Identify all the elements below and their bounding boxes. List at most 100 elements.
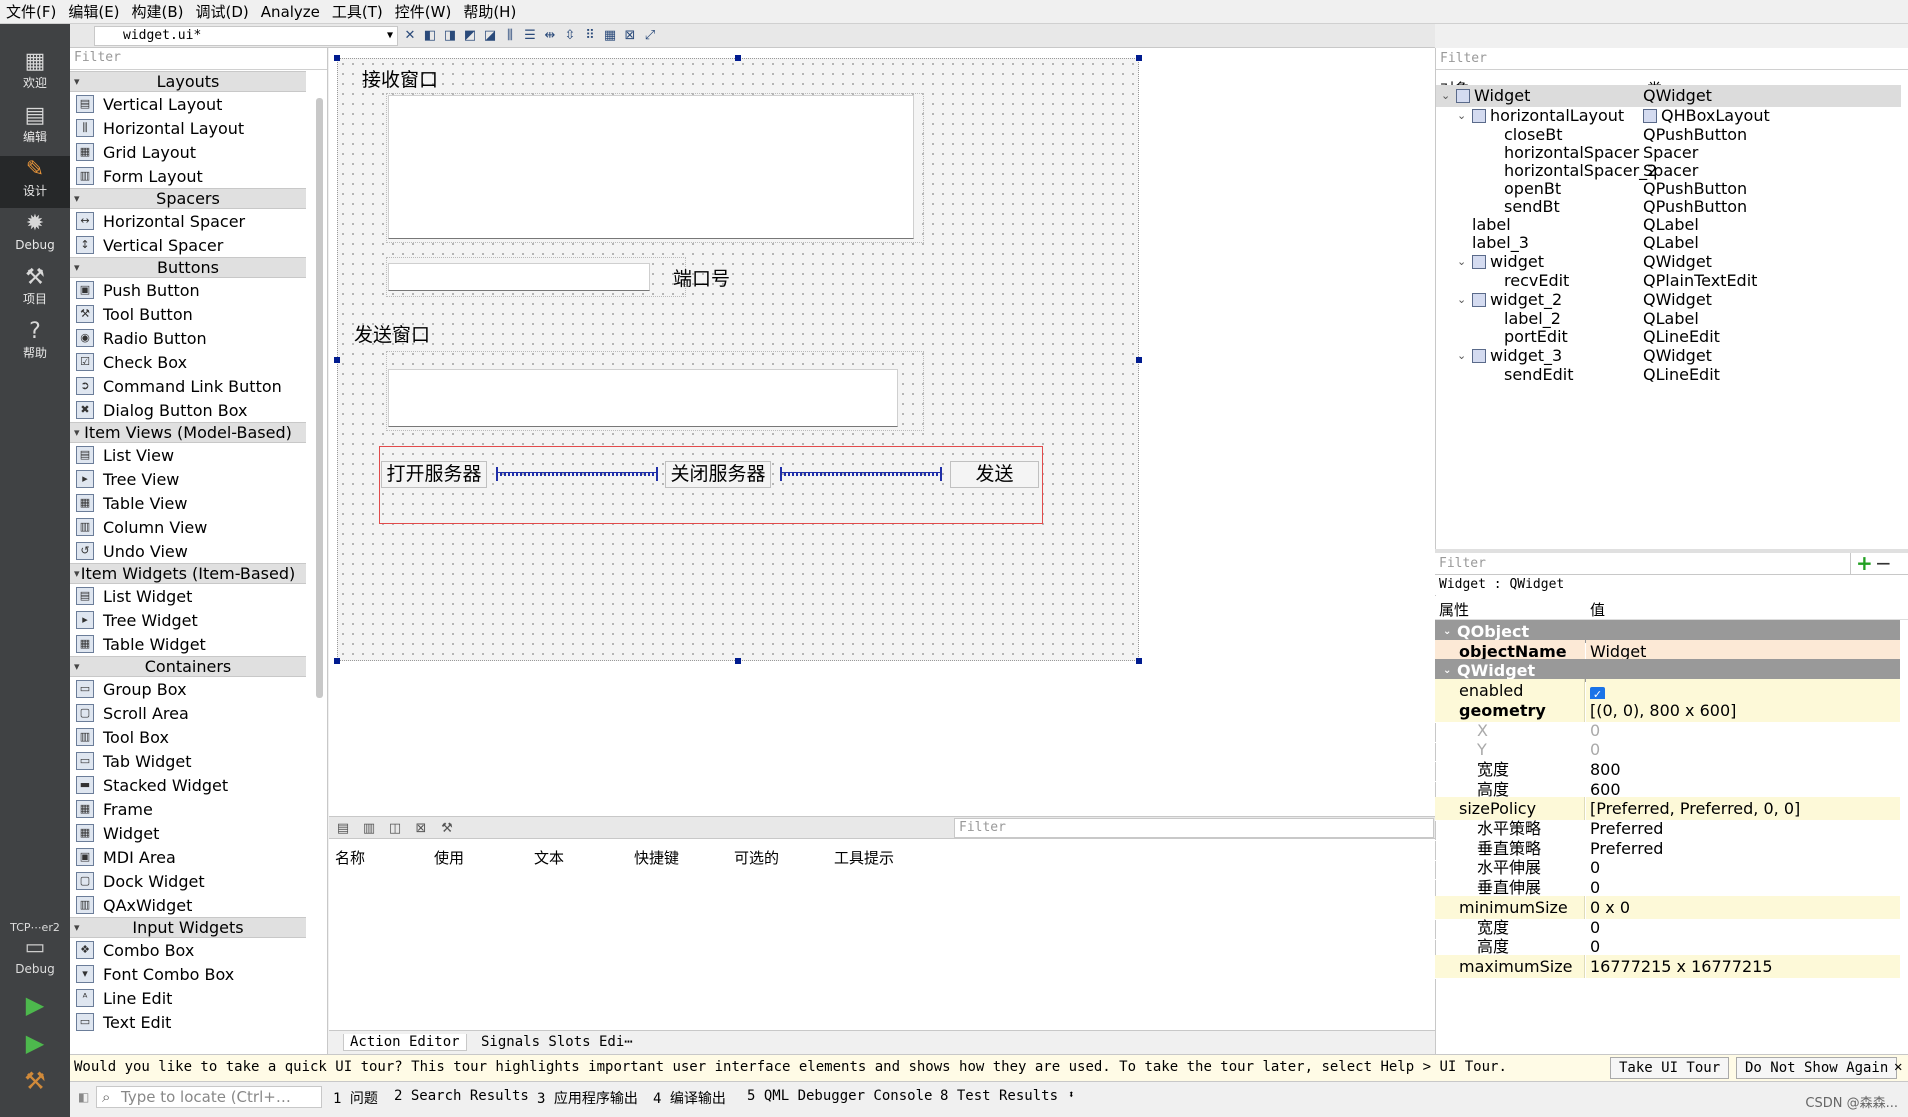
property-value[interactable]: 0 [1590,740,1600,759]
widget-item[interactable]: ▸ Tree View [70,467,306,491]
column-header-name[interactable]: 名称 [335,847,365,868]
mode-projects[interactable]: ⚒ 项目 [0,264,70,316]
widget-item[interactable]: ↔ Horizontal Spacer [70,209,306,233]
column-header-used[interactable]: 使用 [434,847,464,868]
mode-debug[interactable]: ✹ Debug [0,210,70,262]
mode-design[interactable]: ✎ 设计 [0,156,70,208]
category-header[interactable]: ▾ Spacers [70,188,306,209]
widget-item[interactable]: ▣ MDI Area [70,845,306,869]
widget-item[interactable]: ▥ Tool Box [70,725,306,749]
send-label[interactable]: 发送窗口 [354,320,430,347]
property-value[interactable]: 0 [1590,858,1600,877]
port-edit[interactable] [388,263,650,291]
edit-buddies-icon[interactable]: ◩ [462,28,478,44]
tab-signals-slots[interactable]: Signals Slots Edi⋯ [481,1034,633,1050]
resize-handle[interactable] [735,55,741,61]
widget-item[interactable]: ▭ Tab Widget [70,749,306,773]
layout-splitter-v-icon[interactable]: ⇳ [562,28,578,44]
delete-action-icon[interactable]: ⊠ [413,821,429,837]
edit-tab-order-icon[interactable]: ◪ [482,28,498,44]
widget-item[interactable]: ☑ Check Box [70,350,306,374]
recv-edit[interactable] [388,95,914,239]
layout-splitter-h-icon[interactable]: ⇹ [542,28,558,44]
pane-qml-debugger-console[interactable]: 5 QML Debugger Console [747,1088,932,1104]
remove-property-icon[interactable]: − [1875,553,1892,573]
build-hammer-icon[interactable]: ⚒ [22,1068,48,1094]
horizontal-spacer-2[interactable] [780,467,942,481]
property-value[interactable]: 0 [1590,918,1600,937]
do-not-show-again-button[interactable]: Do Not Show Again [1736,1057,1898,1079]
widget-item[interactable]: ↺ Undo View [70,539,306,563]
menu-debug[interactable]: 调试(D) [190,0,255,23]
resize-handle[interactable] [334,658,340,664]
resize-handle[interactable] [1136,55,1142,61]
category-header[interactable]: ▾ Item Widgets (Item-Based) [70,563,306,584]
property-value[interactable]: 0 [1590,937,1600,956]
widget-item[interactable]: ▤ List View [70,443,306,467]
adjust-size-icon[interactable]: ⤢ [642,28,658,44]
widget-item[interactable]: ▥ QAxWidget [70,893,306,917]
widget-item[interactable]: ▣ Push Button [70,278,306,302]
open-server-button[interactable]: 打开服务器 [381,461,487,488]
mode-help[interactable]: ? 帮助 [0,318,70,370]
pane-compile-output[interactable]: 4 编译输出 [653,1088,726,1108]
resize-handle[interactable] [1136,658,1142,664]
expand-chevron-icon[interactable]: ⌄ [1441,85,1450,107]
widget-item[interactable]: ▦ Widget [70,821,306,845]
column-header-checkable[interactable]: 可选的 [734,847,779,868]
menu-tools[interactable]: 工具(T) [326,0,389,23]
mode-edit[interactable]: ▤ 编辑 [0,102,70,154]
resize-handle[interactable] [735,658,741,664]
locator-input[interactable]: ⌕ Type to locate (Ctrl+… [96,1086,322,1108]
close-document-icon[interactable]: ✕ [402,28,418,44]
object-tree-row[interactable]: ⌄ Widget QWidget [1436,85,1901,107]
kit-selector[interactable]: TCP⋯er2 ▭ Debug [0,921,70,976]
horizontal-spacer[interactable] [496,467,658,481]
menu-edit[interactable]: 编辑(E) [62,0,125,23]
widget-item[interactable]: ⚒ Tool Button [70,302,306,326]
widget-item[interactable]: ▭ Text Edit [70,1010,306,1034]
property-value[interactable]: [Preferred, Preferred, 0, 0] [1590,799,1800,818]
run-icon[interactable]: ▶ [22,992,48,1018]
property-filter-input[interactable]: Filter [1435,553,1851,574]
paste-action-icon[interactable]: ◫ [387,821,403,837]
property-value[interactable]: 16777215 x 16777215 [1590,957,1773,976]
property-value[interactable]: 0 x 0 [1590,898,1630,917]
widget-item[interactable]: ↕ Vertical Spacer [70,233,306,257]
widget-item[interactable]: ▥ Column View [70,515,306,539]
column-header-shortcut[interactable]: 快捷键 [634,847,679,868]
menu-file[interactable]: 文件(F) [0,0,62,23]
menu-help[interactable]: 帮助(H) [457,0,522,23]
widget-item[interactable]: ▦ Grid Layout [70,140,306,164]
toggle-sidebar-icon[interactable]: ◧ [78,1090,89,1104]
object-filter-input[interactable]: Filter [1436,48,1908,70]
widget-item[interactable]: ▤ Vertical Layout [70,92,306,116]
property-value[interactable]: 600 [1590,780,1621,799]
action-filter-input[interactable]: Filter [954,818,1434,838]
property-row[interactable]: ⌄maximumSize16777215 x 16777215 [1435,954,1900,979]
category-header[interactable]: ▾ Layouts [70,71,306,92]
column-header-value[interactable]: 值 [1590,599,1605,620]
layout-grid-icon[interactable]: ▦ [602,28,618,44]
widget-item[interactable]: ᴬ Line Edit [70,986,306,1010]
layout-vertical-icon[interactable]: ☰ [522,28,538,44]
widget-item[interactable]: ▢ Dock Widget [70,869,306,893]
column-header-tooltip[interactable]: 工具提示 [834,847,894,868]
widget-box-filter[interactable]: Filter [70,48,327,70]
property-value[interactable]: 0 [1590,721,1600,740]
close-icon[interactable]: ✕ [1894,1055,1902,1080]
widget-item[interactable]: ✖ Dialog Button Box [70,398,306,422]
widget-item[interactable]: ▭ Group Box [70,677,306,701]
widget-item[interactable]: ▦ Table View [70,491,306,515]
send-button[interactable]: 发送 [950,461,1039,488]
category-header[interactable]: ▾ Item Views (Model-Based) [70,422,306,443]
pane-issues[interactable]: 1 问题 [333,1088,378,1108]
break-layout-icon[interactable]: ⊠ [622,28,638,44]
copy-action-icon[interactable]: ▥ [361,821,377,837]
resize-handle[interactable] [334,357,340,363]
column-header-text[interactable]: 文本 [534,847,564,868]
menu-build[interactable]: 构建(B) [126,0,190,23]
pane-application-output[interactable]: 3 应用程序输出 [537,1088,638,1108]
category-header[interactable]: ▾ Buttons [70,257,306,278]
form-widget[interactable]: 接收窗口 端口号 发送窗口 打开服务器 关闭服务器 发送 [337,58,1139,661]
